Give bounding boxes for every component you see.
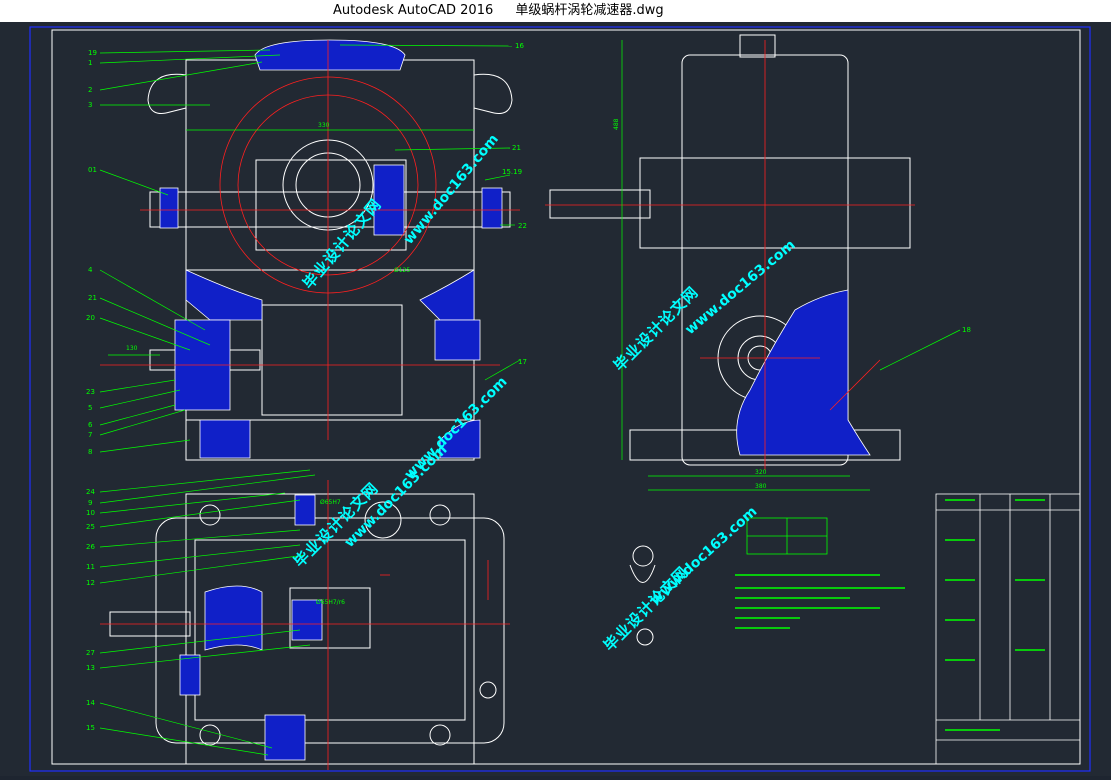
part-number: 8: [88, 448, 92, 456]
side-view-center-lines: [545, 40, 915, 470]
part-number: 11: [86, 563, 95, 571]
document-title: 单级蜗杆涡轮减速器.dwg: [515, 3, 664, 18]
part-number: 10: [86, 509, 95, 517]
part-numbers-left: 19 1 2 3 01 4 21 20 23 5 6 7 8 24 9 10 2…: [86, 49, 97, 732]
part-number: 7: [88, 431, 92, 439]
watermark-url: www.doc163.com: [682, 237, 798, 338]
title-bar: Autodesk AutoCAD 2016 单级蜗杆涡轮减速器.dwg: [0, 0, 1111, 22]
watermark-url: www.doc163.com: [402, 374, 511, 483]
part-number: 27: [86, 649, 95, 657]
part-number: 14: [86, 699, 95, 707]
part-numbers-right: 16 21 15.19 22 17 18: [502, 42, 971, 366]
technical-notes: [735, 574, 905, 629]
part-number: 17: [518, 358, 527, 366]
dim-shaft-length: 130: [126, 345, 138, 352]
dim-main-width: 330: [318, 122, 330, 129]
part-number: 15: [86, 724, 95, 732]
part-number: 4: [88, 266, 93, 274]
part-number: 5: [88, 404, 92, 412]
part-number: 21: [512, 144, 521, 152]
app-title: Autodesk AutoCAD 2016: [333, 3, 494, 18]
part-number: 15.19: [502, 168, 522, 176]
part-number: 21: [88, 294, 97, 302]
side-view-section-fills: [736, 289, 871, 456]
window-title: Autodesk AutoCAD 2016 单级蜗杆涡轮减速器.dwg: [333, 0, 664, 22]
dim-fit-3: Ø65H7/r6: [316, 599, 345, 606]
dim-side-width-1: 320: [755, 469, 767, 476]
part-number: 16: [515, 42, 524, 50]
part-number: 20: [86, 314, 95, 322]
part-number: 19: [88, 49, 97, 57]
cad-drawing[interactable]: 330 130 Ø125 Ø65H7 Ø65H7/r6 320 380 488: [0, 22, 1111, 776]
dim-side-height: 488: [613, 118, 620, 130]
part-number: 22: [518, 222, 527, 230]
title-block: [935, 493, 1081, 765]
dim-fit-2: Ø65H7: [320, 499, 341, 506]
part-number: 12: [86, 579, 95, 587]
part-number: 6: [88, 421, 93, 429]
part-number: 2: [88, 86, 92, 94]
part-number: 26: [86, 543, 95, 551]
part-number: 23: [86, 388, 95, 396]
part-number: 9: [88, 499, 92, 507]
part-number: 01: [88, 166, 97, 174]
part-number: 24: [86, 488, 95, 496]
part-number: 13: [86, 664, 95, 672]
part-number: 1: [88, 59, 92, 67]
side-view: [549, 34, 911, 466]
watermark-url: www.doc163.com: [647, 504, 760, 608]
part-number: 25: [86, 523, 95, 531]
notes-table: [746, 517, 828, 555]
drawing-canvas[interactable]: 330 130 Ø125 Ø65H7 Ø65H7/r6 320 380 488: [0, 22, 1111, 776]
part-number: 3: [88, 101, 92, 109]
watermarks: 毕业设计论文网 www.doc163.com 毕业设计论文网 www.doc16…: [290, 131, 798, 654]
dim-fit-1: Ø125: [394, 267, 410, 274]
front-view-center-lines: [100, 40, 520, 440]
part-number: 18: [962, 326, 971, 334]
dim-side-width-2: 380: [755, 483, 767, 490]
title-block-text-bars: [945, 499, 1045, 731]
